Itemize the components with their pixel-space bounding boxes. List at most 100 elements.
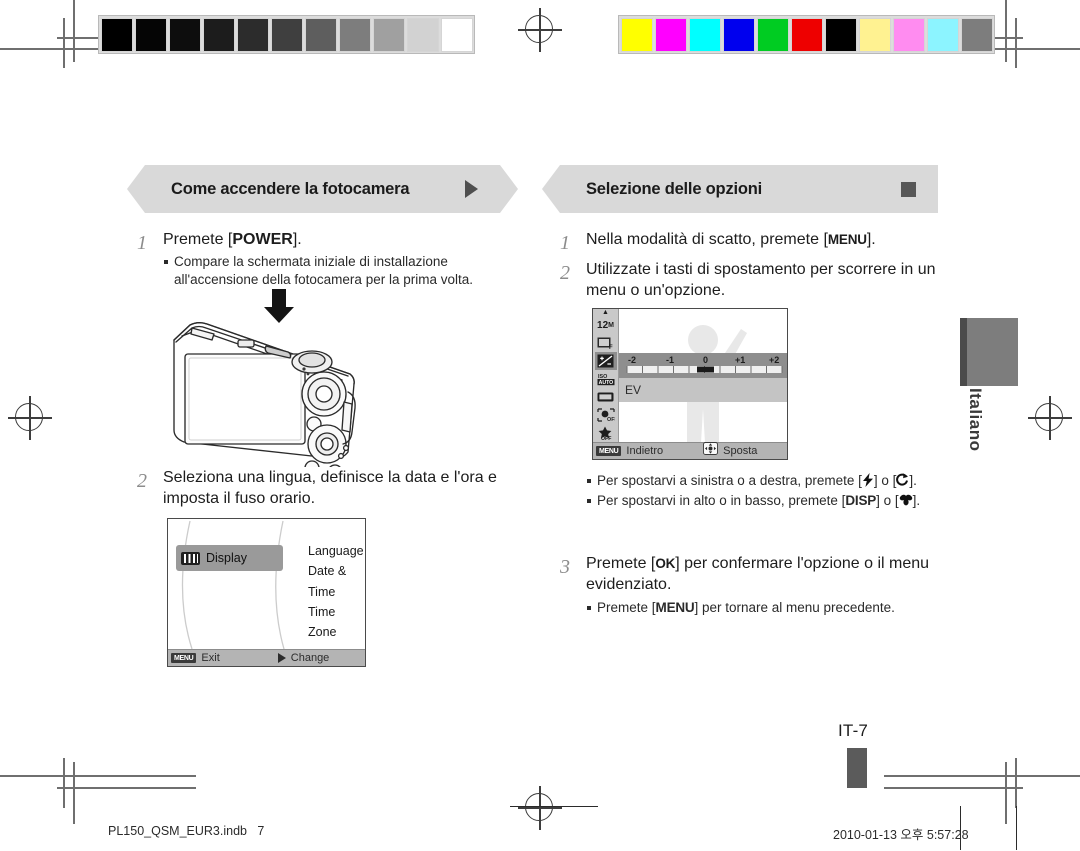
bullet-item: Per spostarvi a sinistra o a destra, pre… [586, 472, 956, 490]
left-steps-list-2: 2 Seleziona una lingua, definisce la dat… [137, 468, 527, 513]
power-button-arrow-icon [262, 288, 296, 329]
ev-screen-footer: MENU Indietro Sposta [593, 442, 787, 459]
left-section-title: Come accendere la fotocamera [171, 179, 410, 198]
ev-option-label: EV [625, 383, 642, 397]
ev-move-group: Sposta [703, 442, 758, 459]
page-canvas: Come accendere la fotocamera 1 Premete [… [0, 0, 1080, 851]
display-icon [181, 551, 200, 565]
step-body: Utilizzate i tasti di spostamento per sc… [586, 260, 960, 302]
color-swatch [892, 17, 925, 52]
bullet-mid: ] o [ [876, 493, 899, 509]
smart-filter-off-icon[interactable]: OFF [595, 424, 617, 442]
svg-text:AUTO: AUTO [598, 380, 613, 386]
bullet-item: Per spostarvi in alto o in basso, premet… [586, 492, 956, 510]
ev-slider-bar[interactable]: -2 -1 0 +1 +2 [619, 353, 787, 378]
settings-screen-mock: Display Language Date & Time Time Zone M… [167, 518, 366, 667]
language-tab-spine [960, 318, 967, 386]
language-side-tab: Italiano [928, 318, 1023, 458]
step-lead-pre: Nella modalità di scatto, premete [ [586, 231, 828, 248]
gray-swatch [440, 17, 473, 52]
footer-divider-left [510, 806, 598, 808]
settings-menu-item[interactable]: Time Zone [308, 602, 365, 643]
white-balance-icon[interactable] [595, 388, 617, 406]
step-item: 1 Premete [POWER]. Compare la schermata … [137, 230, 527, 289]
resolution-12m-icon[interactable]: 12 M [595, 316, 617, 334]
step-number: 1 [560, 232, 570, 254]
language-tab-block [960, 318, 1018, 386]
key-disp: DISP [845, 493, 877, 509]
settings-menu-item[interactable]: Date & Time [308, 561, 365, 602]
dpad-icon [703, 442, 719, 459]
color-swatch [790, 17, 823, 52]
ev-move-label: Sposta [723, 445, 758, 457]
gray-swatch [304, 17, 337, 52]
ev-tick-label: -1 [666, 355, 674, 365]
ev-option-row[interactable]: EV [619, 378, 787, 402]
bullet-post: ]. [912, 493, 921, 509]
page-number: IT-7 [838, 721, 869, 740]
ev-back-label: Indietro [626, 445, 664, 457]
left-section-header: Come accendere la fotocamera [127, 165, 518, 213]
registration-mark-bottom [518, 786, 562, 830]
step-body: Premete [POWER]. Compare la schermata in… [163, 230, 527, 289]
banner-mark-square [901, 181, 916, 197]
gray-swatch [270, 17, 303, 52]
svg-text:OFF: OFF [607, 417, 615, 422]
ev-option-screen-mock: ▲ 12M F ISOAUTO OFF OFF ▼ [592, 308, 788, 460]
right-steps-list: 1 Nella modalità di scatto, premete [MEN… [560, 230, 960, 305]
quality-fine-icon[interactable]: F [595, 334, 617, 352]
step-item: 3 Premete [OK] per confermare l'opzione … [560, 554, 960, 617]
bullet-item: Compare la schermata iniziale di install… [163, 253, 527, 289]
settings-menu-item[interactable]: Language [308, 541, 365, 561]
settings-screen-footer: MENU Exit Change [168, 649, 365, 666]
step-lead-text: Nella modalità di scatto, premete [MENU]… [586, 230, 960, 251]
settings-change-label: Change [290, 652, 330, 664]
step-item: 2 Seleziona una lingua, definisce la dat… [137, 468, 527, 510]
crop-mark-tr-inner-v [1015, 18, 1017, 68]
ev-exposure-icon[interactable] [594, 352, 617, 370]
bullet-post: ] per tornare al menu precedente. [694, 599, 895, 615]
key-ok: OK [655, 556, 676, 571]
step-lead-post: ]. [292, 231, 302, 248]
banner-left-notch [127, 165, 145, 213]
color-control-strip [618, 15, 995, 54]
step-lead-pre: Premete [ [586, 555, 656, 572]
color-swatch [824, 17, 857, 52]
key-menu: MENU [827, 232, 867, 247]
footer-page-number: 7 [257, 824, 265, 838]
right-section-title: Selezione delle opzioni [586, 179, 763, 198]
ev-tick-label: +1 [735, 355, 745, 365]
step-number: 2 [560, 262, 570, 284]
ev-tick-label: 0 [703, 355, 708, 365]
step-lead-text: Premete [OK] per confermare l'opzione o … [586, 554, 960, 596]
settings-change-group: Change [277, 652, 330, 664]
gray-swatch [406, 17, 439, 52]
gray-swatch [168, 17, 201, 52]
step-body: Seleziona una lingua, definisce la data … [163, 468, 527, 510]
color-swatch [722, 17, 755, 52]
step-bullet-list: Compare la schermata iniziale di install… [163, 253, 527, 289]
iso-auto-icon[interactable]: ISO AUTO [595, 370, 617, 388]
step-lead-post: ]. [866, 231, 876, 248]
crop-mark-bl-inner-h [57, 787, 196, 789]
ev-scale: -2 -1 0 +1 +2 [626, 355, 783, 373]
step-lead-text: Premete [POWER]. [163, 230, 527, 251]
settings-submenu-list: Language Date & Time Time Zone [308, 541, 365, 642]
settings-selected-row[interactable]: Display [176, 545, 283, 571]
step-bullet-list: Premete [MENU] per tornare al menu prece… [586, 599, 960, 617]
registration-mark-right [1028, 396, 1072, 440]
step-lead-pre: Premete [ [163, 231, 233, 248]
registration-mark-top [518, 8, 562, 52]
face-detection-off-icon[interactable]: OFF [595, 406, 617, 424]
menu-chip-icon: MENU [171, 653, 197, 663]
macro-flower-icon [899, 493, 913, 507]
gray-swatch [202, 17, 235, 52]
crop-mark-tl-inner-v [63, 18, 65, 68]
footer-divider-far-right [1016, 806, 1018, 850]
ev-sidebar-icons: ▲ 12M F ISOAUTO OFF OFF ▼ [593, 309, 619, 449]
svg-text:OFF: OFF [601, 436, 611, 440]
crop-mark-bottom-left-h [0, 775, 196, 777]
crop-mark-bl-inner-v [63, 758, 65, 808]
language-tab-label: Italiano [966, 388, 985, 452]
navigation-bullet-list: Per spostarvi a sinistra o a destra, pre… [586, 472, 956, 510]
